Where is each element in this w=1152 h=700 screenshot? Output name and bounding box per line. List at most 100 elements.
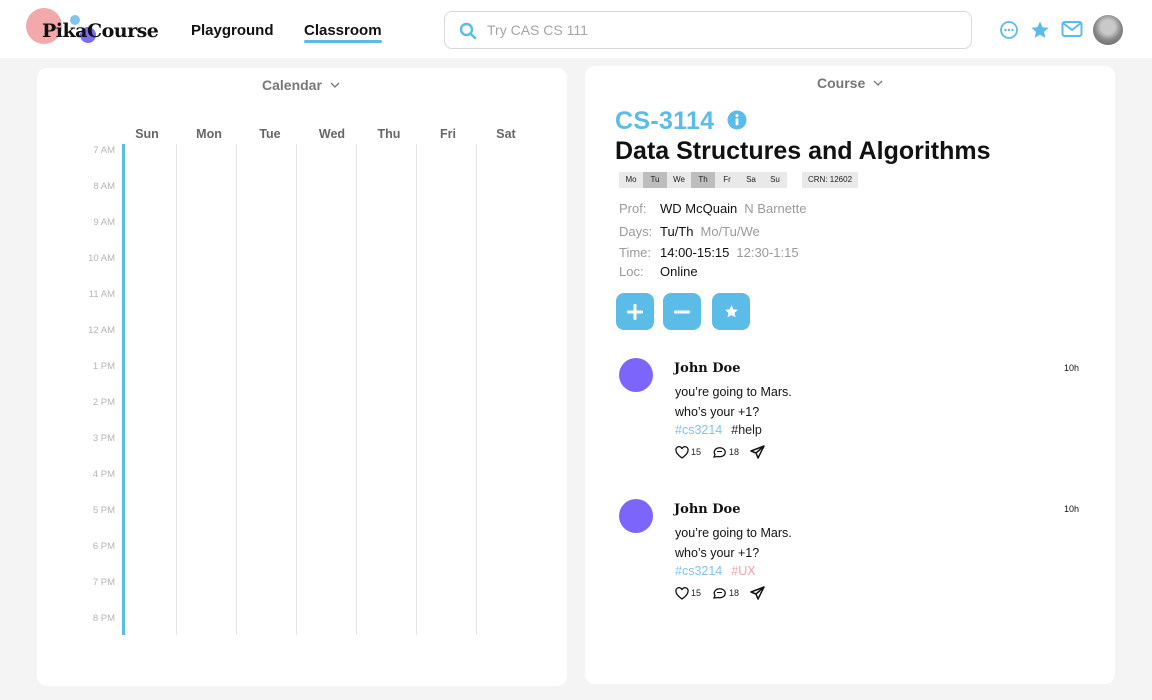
hour-label: 7 AM: [93, 145, 115, 156]
send-icon: [750, 445, 765, 459]
like-button[interactable]: 15: [675, 445, 702, 459]
heart-icon: [675, 586, 689, 600]
chevron-down-icon: [330, 82, 340, 88]
hour-label: 12 AM: [88, 325, 115, 336]
day-chip-tu[interactable]: Tu: [643, 172, 667, 188]
days-row: Days: Tu/Th Mo/Tu/We: [619, 224, 760, 239]
post-tag[interactable]: #UX: [731, 564, 755, 578]
post-tags: #cs3214 #UX: [675, 564, 765, 578]
chat-icon[interactable]: [999, 20, 1019, 40]
like-count: 15: [691, 447, 702, 457]
location-value: Online: [660, 264, 698, 279]
add-course-button[interactable]: [616, 293, 654, 330]
grid-column-divider: [356, 144, 357, 635]
post-author-name[interactable]: John Doe: [674, 502, 740, 517]
calendar-dropdown[interactable]: Calendar: [262, 77, 340, 93]
hour-label: 8 PM: [92, 613, 115, 624]
discussion-post: John Doe 10h you’re going to Mars. who’s…: [619, 358, 1079, 468]
like-count: 15: [691, 588, 702, 598]
days-alt[interactable]: Mo/Tu/We: [700, 224, 759, 239]
current-day-indicator: [122, 144, 125, 635]
time-value[interactable]: 14:00-15:15: [660, 245, 729, 260]
course-panel: Course CS-3114 Data Structures and Algor…: [585, 66, 1115, 684]
day-chip-sa[interactable]: Sa: [739, 172, 763, 188]
grid-column-divider: [296, 144, 297, 635]
plus-icon: [627, 303, 643, 320]
professor-value[interactable]: WD McQuain: [660, 201, 737, 216]
nav-playground[interactable]: Playground: [191, 22, 274, 39]
day-selector: Mo Tu We Th Fr Sa Su: [619, 172, 787, 188]
post-text-line: you’re going to Mars.: [675, 526, 792, 540]
days-value[interactable]: Tu/Th: [660, 224, 693, 239]
crn-badge: CRN: 12602: [802, 172, 859, 188]
top-bar: PikaCourse Playground Classroom: [0, 0, 1152, 58]
day-header-sun: Sun: [135, 127, 159, 141]
grid-column-divider: [236, 144, 237, 635]
day-chip-we[interactable]: We: [667, 172, 691, 188]
post-author-avatar[interactable]: [619, 499, 653, 533]
hour-label: 5 PM: [92, 505, 115, 516]
share-button[interactable]: [750, 445, 765, 459]
post-tag[interactable]: #cs3214: [675, 564, 722, 578]
course-dropdown[interactable]: Course: [817, 75, 883, 91]
hour-label: 6 PM: [92, 541, 115, 552]
info-icon[interactable]: [727, 110, 747, 130]
favorite-course-button[interactable]: [712, 293, 750, 330]
post-timestamp: 10h: [1063, 504, 1079, 514]
post-text-line: who’s your +1?: [675, 546, 760, 560]
day-chip-fr[interactable]: Fr: [715, 172, 739, 188]
day-header-mon: Mon: [196, 127, 222, 141]
post-tags: #cs3214 #help: [675, 423, 771, 437]
user-avatar[interactable]: [1093, 15, 1123, 45]
active-nav-underline: [304, 40, 382, 43]
hour-label: 10 AM: [88, 253, 115, 264]
remove-course-button[interactable]: [663, 293, 701, 330]
post-actions: 15 18: [675, 444, 776, 460]
day-header-sat: Sat: [496, 127, 516, 141]
post-author-name[interactable]: John Doe: [674, 361, 740, 376]
search-input[interactable]: [487, 20, 957, 40]
post-author-avatar[interactable]: [619, 358, 653, 392]
days-label: Days:: [619, 224, 653, 239]
professor-alt[interactable]: N Barnette: [744, 201, 806, 216]
chevron-down-icon: [873, 80, 883, 86]
location-row: Loc: Online: [619, 264, 698, 279]
comment-button[interactable]: 18: [712, 446, 739, 459]
mail-icon[interactable]: [1061, 20, 1083, 38]
hour-label: 3 PM: [92, 433, 115, 444]
hour-label: 8 AM: [93, 181, 115, 192]
nav-classroom-label: Classroom: [304, 22, 382, 39]
day-chip-su[interactable]: Su: [763, 172, 787, 188]
comment-icon: [713, 446, 726, 458]
pikacourse-logo[interactable]: PikaCourse: [26, 8, 159, 48]
time-label: Time:: [619, 245, 652, 260]
day-chip-mo[interactable]: Mo: [619, 172, 643, 188]
hour-label: 7 PM: [92, 577, 115, 588]
post-tag[interactable]: #help: [731, 423, 762, 437]
course-code: CS-3114: [615, 107, 715, 135]
course-name: Data Structures and Algorithms: [615, 137, 991, 165]
search-bar[interactable]: [444, 11, 972, 49]
like-button[interactable]: 15: [675, 586, 702, 600]
time-row: Time: 14:00-15:15 12:30-1:15: [619, 245, 799, 260]
day-header-thu: Thu: [377, 127, 401, 141]
comment-button[interactable]: 18: [712, 587, 739, 600]
share-button[interactable]: [750, 586, 765, 600]
calendar-title: Calendar: [262, 77, 322, 93]
heart-icon: [675, 445, 689, 459]
nav-classroom[interactable]: Classroom: [304, 22, 382, 43]
hour-label: 4 PM: [92, 469, 115, 480]
grid-column-divider: [176, 144, 177, 635]
post-tag[interactable]: #cs3214: [675, 423, 722, 437]
day-chip-th[interactable]: Th: [691, 172, 715, 188]
search-icon: [459, 22, 477, 40]
comment-icon: [713, 587, 726, 599]
hour-label: 11 AM: [88, 289, 115, 300]
post-text-line: you’re going to Mars.: [675, 385, 792, 399]
time-alt[interactable]: 12:30-1:15: [736, 245, 798, 260]
star-icon[interactable]: [1030, 20, 1050, 40]
grid-column-divider: [476, 144, 477, 635]
grid-column-divider: [416, 144, 417, 635]
send-icon: [750, 586, 765, 600]
post-actions: 15 18: [675, 585, 776, 601]
